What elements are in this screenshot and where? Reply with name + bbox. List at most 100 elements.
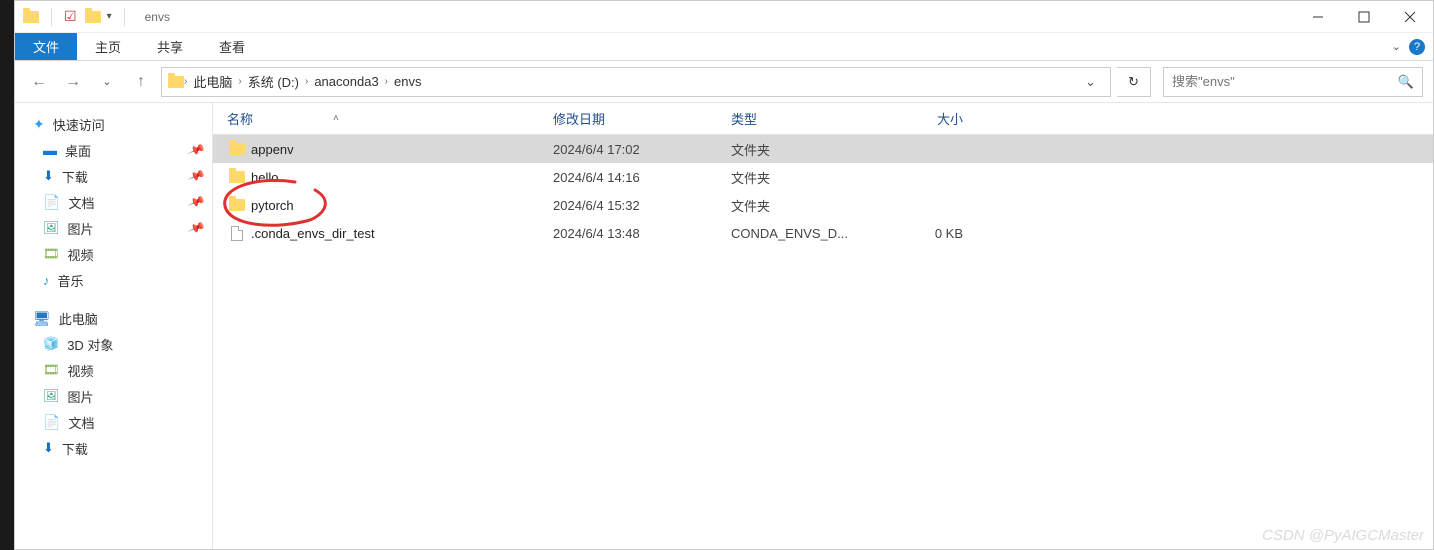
sidebar-item-videos2[interactable]: 🎞 视频 xyxy=(15,357,212,383)
file-name: pytorch xyxy=(247,198,553,213)
back-button[interactable]: ← xyxy=(25,68,53,96)
quick-access-toolbar: ☑ ▾ xyxy=(15,8,137,26)
file-date: 2024/6/4 13:48 xyxy=(553,226,731,241)
sidebar-item-videos[interactable]: 🎞 视频 xyxy=(15,241,212,267)
file-size: 0 KB xyxy=(883,226,973,241)
column-header-type[interactable]: 类型 xyxy=(731,109,883,128)
pin-icon: 📌 xyxy=(187,141,206,159)
sidebar-item-pictures2[interactable]: 🖼 图片 xyxy=(15,383,212,409)
sidebar-item-documents[interactable]: 📄 文档 📌 xyxy=(15,189,212,215)
forward-button[interactable]: → xyxy=(59,68,87,96)
separator xyxy=(124,8,125,26)
picture-icon: 🖼 xyxy=(43,388,60,404)
help-icon[interactable]: ? xyxy=(1409,39,1425,55)
sidebar-quick-access[interactable]: ✦ 快速访问 xyxy=(15,111,212,137)
download-icon: ⬇ xyxy=(43,168,54,184)
column-header-name[interactable]: 名称˄ xyxy=(227,109,553,128)
breadcrumb[interactable]: › 此电脑 › 系统 (D:) › anaconda3 › envs ⌄ xyxy=(161,67,1111,97)
sidebar-item-label: 图片 xyxy=(68,219,94,238)
window-controls xyxy=(1295,1,1433,33)
pin-icon: 📌 xyxy=(187,167,206,185)
qat-dropdown-icon[interactable]: ▾ xyxy=(107,11,112,22)
sidebar-item-label: 文档 xyxy=(68,193,94,212)
sidebar-item-label: 此电脑 xyxy=(59,309,98,328)
ribbon-tab-view[interactable]: 查看 xyxy=(201,33,263,60)
file-row[interactable]: .conda_envs_dir_test2024/6/4 13:48CONDA_… xyxy=(213,219,1433,247)
explorer-window: ☑ ▾ envs 文件 主页 共享 查看 ⌄ ? ← → ⌄ ↑ › 此电脑 xyxy=(14,0,1434,550)
file-list-pane: 名称˄ 修改日期 类型 大小 appenv2024/6/4 17:02文件夹he… xyxy=(213,103,1433,549)
sidebar-item-label: 下载 xyxy=(62,439,88,458)
ribbon-tab-file[interactable]: 文件 xyxy=(15,33,77,60)
sidebar-item-label: 快速访问 xyxy=(53,115,105,134)
file-name: appenv xyxy=(247,142,553,157)
folder-icon xyxy=(23,9,39,25)
folder-icon xyxy=(227,143,247,155)
folder-icon xyxy=(227,171,247,183)
sidebar-item-pictures[interactable]: 🖼图片📌 xyxy=(15,215,212,241)
breadcrumb-item[interactable]: 系统 (D:) xyxy=(242,72,305,91)
file-row[interactable]: hello2024/6/4 14:16文件夹 xyxy=(213,163,1433,191)
folder-icon xyxy=(227,199,247,211)
search-input[interactable] xyxy=(1172,74,1398,89)
file-date: 2024/6/4 17:02 xyxy=(553,142,731,157)
file-name: .conda_envs_dir_test xyxy=(247,226,553,241)
search-icon[interactable]: 🔍 xyxy=(1398,74,1414,90)
file-date: 2024/6/4 14:16 xyxy=(553,170,731,185)
sidebar-item-downloads[interactable]: ⬇下载📌 xyxy=(15,163,212,189)
sidebar-item-3d[interactable]: 🧊 3D 对象 xyxy=(15,331,212,357)
ribbon-tab-share[interactable]: 共享 xyxy=(139,33,201,60)
column-header-date[interactable]: 修改日期 xyxy=(553,109,731,128)
document-icon: 📄 xyxy=(43,194,60,211)
ribbon-expand-icon[interactable]: ⌄ xyxy=(1392,40,1401,53)
pin-icon: 📌 xyxy=(187,193,206,211)
navigation-pane[interactable]: ✦ 快速访问 ▬桌面📌 ⬇下载📌 📄文档📌 🖼图片📌 🎞视频 ♪音乐 🖥 此电脑… xyxy=(15,103,213,549)
nav-bar: ← → ⌄ ↑ › 此电脑 › 系统 (D:) › anaconda3 › en… xyxy=(15,61,1433,103)
pin-icon: 📌 xyxy=(187,219,206,237)
sort-ascending-icon: ˄ xyxy=(333,113,339,124)
cube-icon: 🧊 xyxy=(43,336,59,352)
separator xyxy=(51,8,52,26)
video-icon: 🎞 xyxy=(43,362,60,378)
checkbox-icon[interactable]: ☑ xyxy=(64,8,77,25)
up-button[interactable]: ↑ xyxy=(127,68,155,96)
folder-icon xyxy=(85,9,101,25)
sidebar-item-documents2[interactable]: 📄文档 xyxy=(15,409,212,435)
file-row[interactable]: pytorch2024/6/4 15:32文件夹 xyxy=(213,191,1433,219)
video-icon: 🎞 xyxy=(43,246,60,262)
desktop-icon: ▬ xyxy=(43,142,57,158)
file-type: 文件夹 xyxy=(731,168,883,187)
sidebar-item-desktop[interactable]: ▬ 桌面 📌 xyxy=(15,137,212,163)
minimize-button[interactable] xyxy=(1295,1,1341,33)
sidebar-item-label: 视频 xyxy=(68,245,94,264)
star-icon: ✦ xyxy=(33,116,45,133)
search-box[interactable]: 🔍 xyxy=(1163,67,1423,97)
file-icon xyxy=(227,226,247,241)
sidebar-item-label: 图片 xyxy=(68,387,94,406)
file-type: 文件夹 xyxy=(731,196,883,215)
file-date: 2024/6/4 15:32 xyxy=(553,198,731,213)
breadcrumb-item[interactable]: anaconda3 xyxy=(308,74,384,89)
close-button[interactable] xyxy=(1387,1,1433,33)
refresh-button[interactable]: ↻ xyxy=(1117,67,1151,97)
breadcrumb-item[interactable]: 此电脑 xyxy=(187,72,238,91)
file-type: CONDA_ENVS_D... xyxy=(731,226,883,241)
sidebar-this-pc[interactable]: 🖥 此电脑 xyxy=(15,305,212,331)
sidebar-item-downloads2[interactable]: ⬇下载 xyxy=(15,435,212,461)
music-icon: ♪ xyxy=(43,273,50,288)
sidebar-item-label: 桌面 xyxy=(65,141,91,160)
title-bar: ☑ ▾ envs xyxy=(15,1,1433,33)
ribbon-tab-home[interactable]: 主页 xyxy=(77,33,139,60)
history-dropdown-icon[interactable]: ⌄ xyxy=(93,68,121,96)
column-header-size[interactable]: 大小 xyxy=(883,109,973,128)
sidebar-item-label: 视频 xyxy=(68,361,94,380)
maximize-button[interactable] xyxy=(1341,1,1387,33)
pc-icon: 🖥 xyxy=(33,310,51,327)
ribbon: 文件 主页 共享 查看 ⌄ ? xyxy=(15,33,1433,61)
document-icon: 📄 xyxy=(43,414,60,431)
file-name: hello xyxy=(247,170,553,185)
sidebar-item-music[interactable]: ♪音乐 xyxy=(15,267,212,293)
breadcrumb-item[interactable]: envs xyxy=(388,74,427,89)
sidebar-item-label: 3D 对象 xyxy=(67,335,113,354)
file-row[interactable]: appenv2024/6/4 17:02文件夹 xyxy=(213,135,1433,163)
breadcrumb-dropdown-icon[interactable]: ⌄ xyxy=(1077,74,1104,90)
